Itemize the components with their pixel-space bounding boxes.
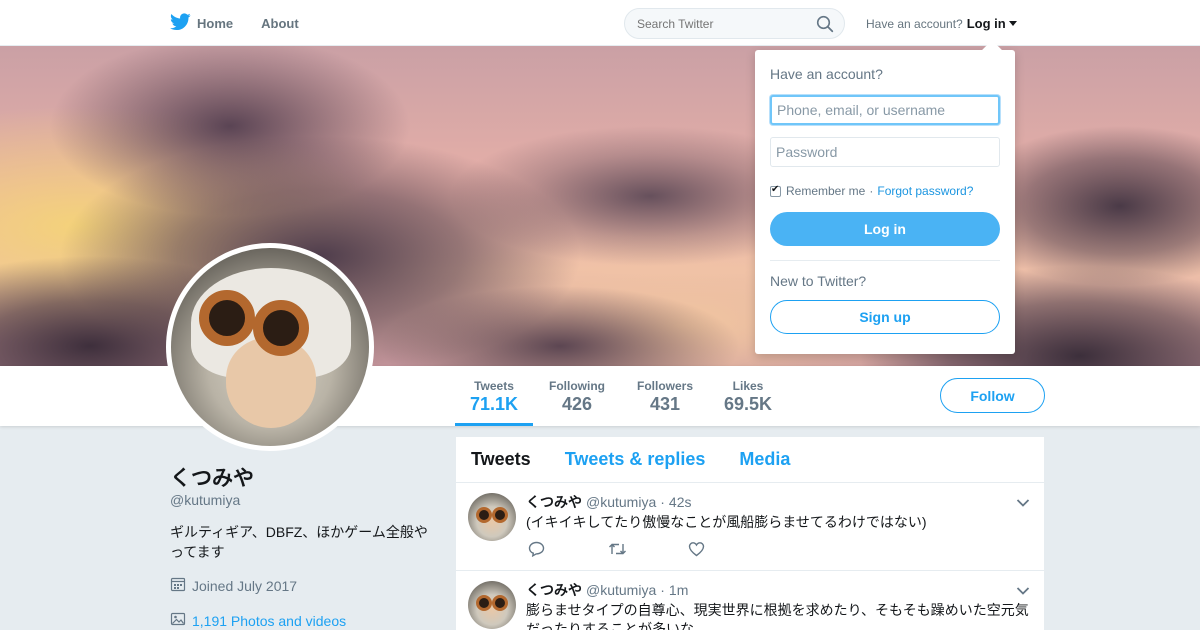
follow-button[interactable]: Follow	[940, 378, 1045, 413]
stat-tweets-value: 71.1K	[469, 394, 519, 414]
tweet-header: くつみや @kutumiya · 1m	[526, 580, 688, 600]
username-field[interactable]	[770, 95, 1000, 125]
tweet-author-handle[interactable]: @kutumiya	[586, 582, 656, 598]
remember-label[interactable]: Remember me	[786, 184, 865, 198]
caret-down-icon	[1008, 21, 1017, 26]
tweet-author-name[interactable]: くつみや	[526, 492, 582, 512]
stat-likes[interactable]: Likes 69.5K	[716, 366, 780, 426]
avatar-image	[171, 248, 369, 446]
profile-joined-text: Joined July 2017	[192, 577, 298, 594]
stat-followers[interactable]: Followers 431	[630, 366, 700, 426]
tweet-timestamp[interactable]: 42s	[669, 494, 692, 510]
signup-button[interactable]: Sign up	[770, 300, 1000, 334]
reply-icon[interactable]	[528, 541, 608, 562]
timeline: Tweets Tweets & replies Media くつみや @kutu…	[456, 437, 1044, 630]
stat-likes-value: 69.5K	[723, 394, 773, 414]
profile-name[interactable]: くつみや	[170, 462, 254, 492]
chevron-down-icon[interactable]	[1016, 495, 1030, 513]
dropdown-divider	[770, 260, 1000, 261]
tweet-actions	[528, 541, 768, 562]
account-prompt: Have an account?	[866, 16, 963, 31]
remember-checkbox[interactable]	[770, 184, 781, 197]
stat-followers-label: Followers	[636, 379, 693, 393]
chevron-down-icon[interactable]	[1016, 583, 1030, 601]
like-icon[interactable]	[688, 541, 768, 562]
search-box[interactable]	[624, 8, 845, 39]
login-dropdown: Have an account? Remember me · Forgot pa…	[755, 40, 1015, 354]
login-button[interactable]: Log in	[770, 212, 1000, 246]
password-field[interactable]	[770, 137, 1000, 167]
tweet-separator: ·	[660, 582, 665, 598]
nav-links: Home About	[170, 0, 327, 46]
nav-home[interactable]: Home	[170, 0, 233, 46]
login-dropdown-toggle[interactable]: Log in	[967, 16, 1017, 31]
calendar-icon	[170, 576, 192, 595]
photos-videos-link[interactable]: 1,191 Photos and videos	[170, 611, 346, 630]
login-link-label: Log in	[966, 16, 1006, 31]
tweet-author-name[interactable]: くつみや	[526, 580, 582, 600]
search-icon[interactable]	[816, 15, 834, 38]
search-input[interactable]	[637, 17, 807, 31]
tweet-item[interactable]: くつみや @kutumiya · 1m 膨らませタイプの自尊心、現実世界に根拠を…	[456, 571, 1044, 630]
stat-following-value: 426	[561, 394, 593, 414]
profile-joined: Joined July 2017	[170, 576, 297, 595]
stat-tweets-label: Tweets	[474, 379, 514, 393]
profile-avatar[interactable]	[166, 243, 374, 451]
nav-about-label: About	[261, 15, 299, 31]
remember-separator: ·	[869, 184, 874, 198]
profile-bio: ギルティギア、DBFZ、ほかゲーム全般やってます	[170, 524, 428, 560]
tweet-text: 膨らませタイプの自尊心、現実世界に根拠を求めたり、そもそも躁めいた空元気だったり…	[526, 602, 1029, 630]
nav-about[interactable]: About	[261, 0, 299, 46]
tweet-author-handle[interactable]: @kutumiya	[586, 494, 656, 510]
photos-videos-label: 1,191 Photos and videos	[192, 612, 347, 629]
stat-likes-label: Likes	[732, 379, 764, 393]
tweet-text: (イキイキしてたり傲慢なことが風船膨らませてるわけではない)	[526, 514, 927, 530]
forgot-password-link[interactable]: Forgot password?	[877, 184, 973, 198]
tab-tweets-replies[interactable]: Tweets & replies	[565, 449, 706, 470]
tweet-avatar[interactable]	[468, 493, 516, 541]
tweet-avatar[interactable]	[468, 581, 516, 629]
stat-following[interactable]: Following 426	[542, 366, 612, 426]
tweet-header: くつみや @kutumiya · 42s	[526, 492, 691, 512]
tab-tweets[interactable]: Tweets	[471, 449, 531, 470]
new-to-twitter-text: New to Twitter?	[770, 273, 867, 289]
nav-home-label: Home	[197, 15, 234, 31]
tweet-separator: ·	[660, 494, 665, 510]
dropdown-title: Have an account?	[770, 66, 883, 82]
profile-handle[interactable]: @kutumiya	[170, 492, 240, 508]
image-icon	[170, 611, 192, 630]
account-area: Have an account? Log in	[866, 16, 1017, 31]
stat-followers-value: 431	[649, 394, 681, 414]
stat-following-label: Following	[549, 379, 605, 393]
twitter-bird-icon	[170, 12, 197, 34]
tweet-item[interactable]: くつみや @kutumiya · 42s (イキイキしてたり傲慢なことが風船膨ら…	[456, 483, 1044, 571]
timeline-tabs: Tweets Tweets & replies Media	[456, 437, 1044, 483]
retweet-icon[interactable]	[608, 541, 688, 562]
remember-row: Remember me · Forgot password?	[770, 184, 973, 198]
top-nav: Home About Have an account? Log in	[0, 0, 1200, 46]
tab-media[interactable]: Media	[739, 449, 790, 470]
stat-tweets[interactable]: Tweets 71.1K	[455, 366, 533, 426]
tweet-timestamp[interactable]: 1m	[669, 582, 688, 598]
